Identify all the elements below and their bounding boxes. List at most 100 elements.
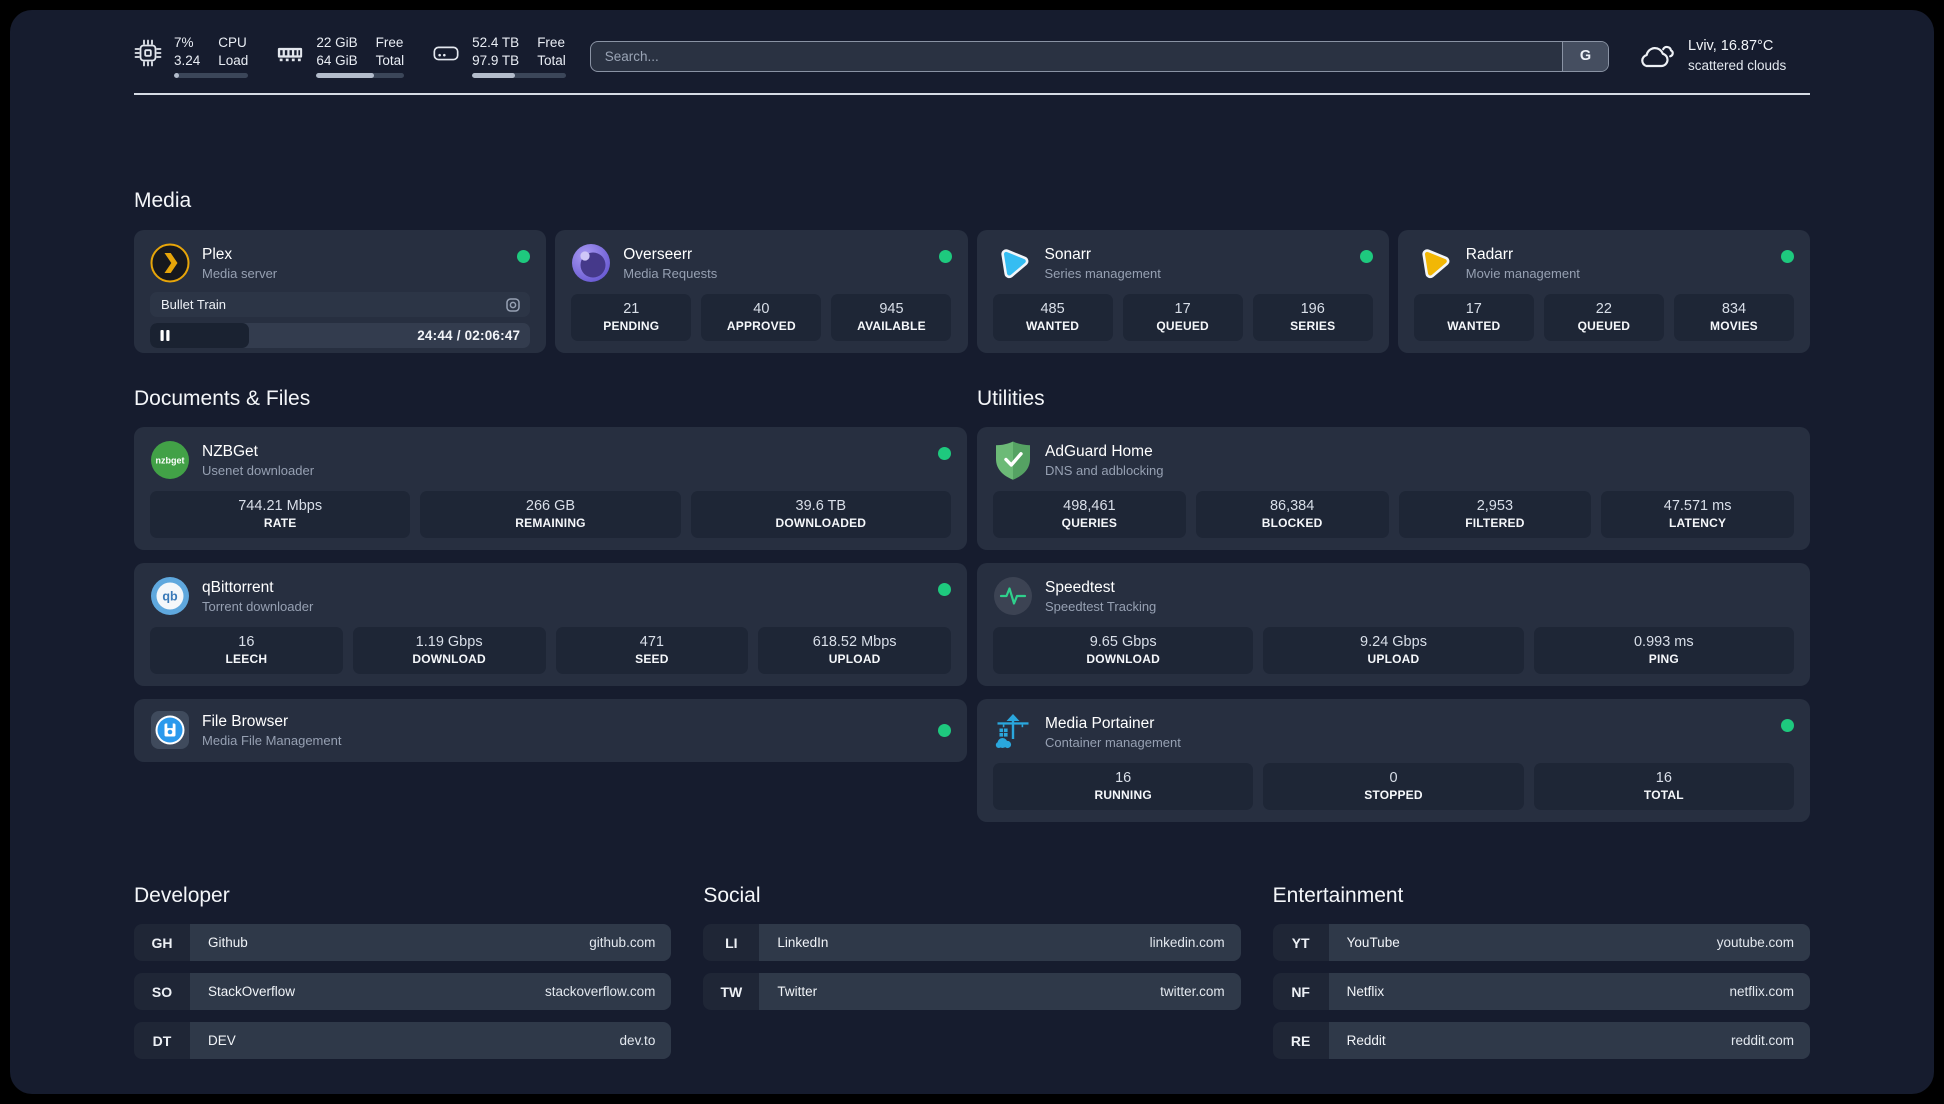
app-title: Sonarr: [1044, 245, 1092, 263]
stat-download: 9.65 Gbps DOWNLOAD: [993, 627, 1254, 674]
stat-wanted: 17 WANTED: [1413, 294, 1534, 341]
pause-icon[interactable]: [160, 330, 170, 341]
cpu-progressbar: [174, 73, 249, 79]
link-stackoverflow[interactable]: SO StackOverflow stackoverflow.com: [134, 973, 672, 1010]
section-title-media: Media: [134, 189, 192, 212]
disk-total-label: Total: [537, 52, 566, 68]
nzbget-icon: nzbget: [151, 441, 189, 479]
stat-seed: 471 SEED: [555, 627, 749, 674]
memory-stat: 22 GiB 64 GiB Free Total: [276, 34, 405, 79]
stat-filtered: 2,953 FILTERED: [1398, 491, 1592, 538]
app-card-adguard[interactable]: AdGuard Home DNS and adblocking 498,461 …: [977, 427, 1810, 550]
link-twitter[interactable]: TW Twitter twitter.com: [703, 973, 1241, 1010]
app-card-radarr[interactable]: Radarr Movie management 17 WANTED 22 QUE…: [1397, 230, 1810, 353]
link-github[interactable]: GH Github github.com: [134, 924, 672, 961]
stat-running: 16 RUNNING: [993, 763, 1254, 810]
svg-text:nzbget: nzbget: [156, 456, 185, 466]
playback-progressbar[interactable]: 24:44 / 02:06:47: [150, 323, 531, 348]
link-abbr: NF: [1272, 973, 1329, 1010]
stat-queued: 17 QUEUED: [1122, 294, 1243, 341]
ram-total-label: Total: [375, 52, 405, 68]
app-card-nzbget[interactable]: nzbget NZBGet Usenet downloader 744.21 M…: [134, 427, 967, 550]
status-dot: [938, 583, 951, 596]
stat-stopped: 0 STOPPED: [1263, 763, 1524, 810]
stat-wanted: 485 WANTED: [992, 294, 1113, 341]
disk-free-value: 52.4 TB: [472, 34, 520, 50]
status-dot: [1359, 250, 1373, 263]
search-provider-button[interactable]: G: [1562, 41, 1608, 71]
stat-pending: 21 PENDING: [571, 294, 692, 341]
app-subtitle: Speedtest Tracking: [1045, 598, 1157, 614]
cpu-usage-value: 7%: [174, 34, 194, 50]
portainer-icon: [995, 714, 1029, 749]
section-title-developer: Developer: [134, 884, 230, 907]
status-dot: [938, 724, 951, 737]
link-linkedin[interactable]: LI LinkedIn linkedin.com: [703, 924, 1241, 961]
app-subtitle: Media server: [202, 265, 278, 281]
link-abbr: GH: [134, 924, 190, 961]
status-dot: [938, 250, 952, 263]
weather-widget: Lviv, 16.87°C scattered clouds: [1635, 37, 1810, 75]
weather-location-temp: Lviv, 16.87°C: [1688, 38, 1774, 55]
stat-leech: 16 LEECH: [150, 627, 343, 674]
link-abbr: RE: [1272, 1022, 1329, 1059]
link-name: YouTube: [1346, 935, 1400, 950]
app-title: Speedtest: [1045, 578, 1115, 596]
cpu-stat: 7% 3.24 CPU Load: [134, 34, 249, 79]
ram-progressbar: [316, 73, 405, 79]
status-dot: [1781, 250, 1794, 263]
weather-condition: scattered clouds: [1688, 57, 1787, 73]
app-card-filebrowser[interactable]: File Browser Media File Management: [134, 699, 967, 762]
cpu-usage-label: CPU: [218, 34, 247, 50]
section-title-utilities: Utilities: [977, 387, 1045, 410]
link-url: twitter.com: [1160, 984, 1225, 999]
link-name: Github: [208, 935, 248, 950]
app-card-portainer[interactable]: Media Portainer Container management 16 …: [977, 699, 1810, 822]
stat-ping: 0.993 ms PING: [1533, 627, 1794, 674]
stat-total: 16 TOTAL: [1533, 763, 1794, 810]
app-subtitle: Torrent downloader: [202, 598, 314, 614]
app-card-sonarr[interactable]: Sonarr Series management 485 WANTED 17 Q…: [976, 230, 1389, 353]
app-subtitle: Usenet downloader: [202, 462, 315, 478]
speedtest-icon: [994, 577, 1032, 615]
gear-icon[interactable]: [505, 297, 521, 313]
app-card-qbittorrent[interactable]: qb qBittorrent Torrent downloader 16 LEE…: [134, 563, 967, 686]
stat-queued: 22 QUEUED: [1543, 294, 1664, 341]
app-card-overseerr[interactable]: Overseerr Media Requests 21 PENDING 40 A…: [555, 230, 968, 353]
stat-download: 1.19 Gbps DOWNLOAD: [352, 627, 546, 674]
link-netflix[interactable]: NF Netflix netflix.com: [1272, 973, 1810, 1010]
qbittorrent-icon: qb: [151, 577, 189, 615]
stat-queries: 498,461 QUERIES: [993, 491, 1186, 538]
app-card-speedtest[interactable]: Speedtest Speedtest Tracking 9.65 Gbps D…: [977, 563, 1810, 686]
stat-series: 196 SERIES: [1252, 294, 1373, 341]
stat-latency: 47.571 ms LATENCY: [1601, 491, 1794, 538]
cpu-load-label: Load: [218, 52, 249, 68]
system-stats: 7% 3.24 CPU Load 22 GiB 64 GiB Free Tota…: [134, 34, 566, 79]
stat-available: 945 AVAILABLE: [831, 294, 952, 341]
link-abbr: TW: [703, 973, 760, 1010]
app-title: File Browser: [202, 712, 289, 730]
link-youtube[interactable]: YT YouTube youtube.com: [1272, 924, 1810, 961]
app-card-plex[interactable]: Plex Media server Bullet Train 24:44 / 0…: [134, 230, 547, 353]
app-title: Radarr: [1465, 245, 1514, 263]
stat-downloaded: 39.6 TB DOWNLOADED: [690, 491, 951, 538]
disk-free-label: Free: [537, 34, 565, 50]
app-title: qBittorrent: [202, 578, 274, 596]
link-url: reddit.com: [1730, 1033, 1794, 1048]
app-subtitle: DNS and adblocking: [1045, 462, 1164, 478]
links-column-social: Social LI LinkedIn linkedin.com TW Twitt…: [703, 884, 1241, 1071]
stat-upload: 618.52 Mbps UPLOAD: [758, 627, 951, 674]
link-reddit[interactable]: RE Reddit reddit.com: [1272, 1022, 1810, 1059]
link-dev[interactable]: DT DEV dev.to: [134, 1022, 672, 1059]
now-playing-row: Bullet Train: [150, 292, 531, 317]
link-url: youtube.com: [1716, 935, 1794, 950]
filebrowser-icon: [151, 711, 189, 749]
app-subtitle: Movie management: [1465, 265, 1580, 281]
ram-free-value: 22 GiB: [316, 34, 358, 50]
search-input[interactable]: [590, 41, 1562, 71]
stat-upload: 9.24 Gbps UPLOAD: [1263, 627, 1524, 674]
adguard-icon: [996, 441, 1030, 480]
section-title-documents: Documents & Files: [134, 387, 311, 410]
stat-rate: 744.21 Mbps RATE: [150, 491, 411, 538]
svg-text:qb: qb: [162, 590, 178, 604]
